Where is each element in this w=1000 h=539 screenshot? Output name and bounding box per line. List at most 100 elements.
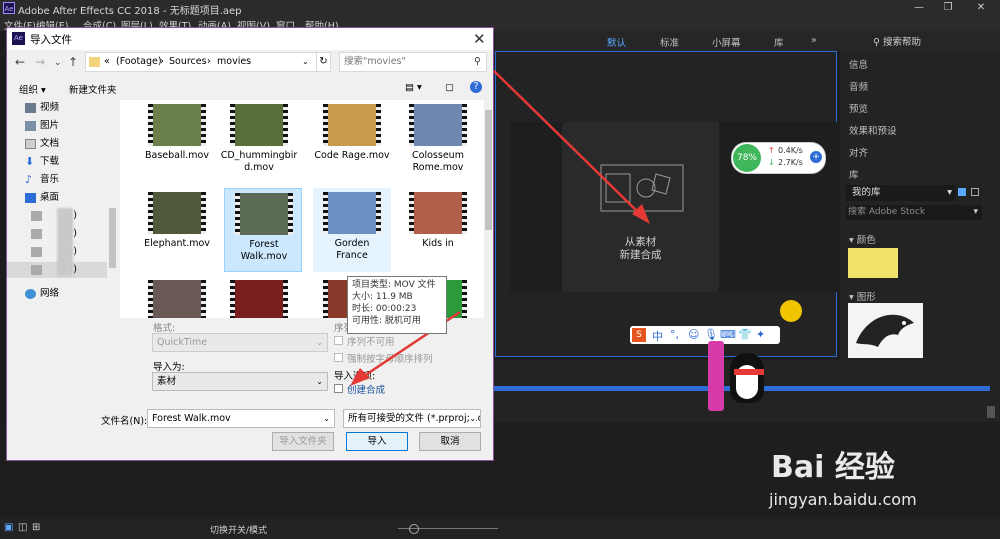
- close-icon[interactable]: ✕: [473, 30, 486, 48]
- file-item[interactable]: CD_hummingbird.mov: [220, 100, 298, 184]
- path-overflow[interactable]: «: [104, 53, 110, 71]
- chinese-mode-icon[interactable]: 中: [652, 328, 663, 344]
- workspace-standard[interactable]: 标准: [660, 35, 679, 49]
- file-item[interactable]: Colosseum Rome.mov: [399, 100, 477, 184]
- tree-item-network[interactable]: 网络: [25, 286, 59, 302]
- cancel-button[interactable]: 取消: [419, 432, 481, 451]
- eagle-graphic-thumbnail[interactable]: [848, 303, 923, 358]
- toggle-switches-modes[interactable]: 切换开关/模式: [210, 523, 267, 536]
- grid-view-icon[interactable]: [958, 188, 966, 196]
- up-icon[interactable]: ↑: [68, 55, 78, 69]
- file-item[interactable]: [138, 276, 216, 318]
- folder-search-input[interactable]: 搜索"movies" ⚲: [339, 52, 487, 72]
- panel-info[interactable]: 信息: [849, 57, 868, 71]
- punctuation-icon[interactable]: °,: [670, 328, 679, 341]
- close-icon[interactable]: ✕: [970, 1, 992, 15]
- filename-input[interactable]: Forest Walk.mov ⌄: [147, 409, 335, 428]
- list-view-icon[interactable]: [971, 188, 979, 196]
- scrollbar-thumb[interactable]: [485, 110, 492, 230]
- speed-percent: 78%: [733, 144, 761, 172]
- import-folder-button[interactable]: 导入文件夹: [272, 432, 334, 451]
- help-search-input[interactable]: ⚲ 搜索帮助: [873, 34, 997, 48]
- help-icon[interactable]: ?: [470, 81, 482, 93]
- tree-item-pictures[interactable]: 图片: [25, 118, 59, 134]
- chevron-down-icon[interactable]: ⌄: [302, 53, 309, 71]
- panel-effects-presets[interactable]: 效果和预设: [849, 123, 897, 137]
- sogou-logo-icon[interactable]: S: [632, 328, 646, 342]
- alpha-order-checkbox[interactable]: [334, 353, 343, 362]
- import-as-select[interactable]: 素材 ⌄: [152, 372, 328, 391]
- file-item-hover[interactable]: Gorden France: [313, 188, 391, 272]
- new-folder-button[interactable]: 新建文件夹: [69, 82, 117, 96]
- zoom-slider[interactable]: [987, 406, 995, 418]
- tree-item-videos[interactable]: 视频: [25, 100, 59, 116]
- workspace-small-screen[interactable]: 小屏幕: [712, 35, 741, 49]
- file-name: CD_hummingbird.mov: [220, 150, 298, 173]
- section-colors[interactable]: ▾ 颜色: [849, 232, 876, 246]
- format-select[interactable]: QuickTime ⌄: [152, 333, 328, 352]
- file-grid-scrollbar[interactable]: [484, 100, 493, 318]
- file-item[interactable]: Elephant.mov: [138, 188, 216, 272]
- dialog-title-bar: Ae 导入文件 ✕: [7, 28, 493, 50]
- video-thumbnail: [409, 192, 467, 234]
- video-thumbnail: [148, 280, 206, 318]
- import-button[interactable]: 导入: [346, 432, 408, 451]
- address-bar[interactable]: « (Footage) › Sources › movies ⌄: [85, 52, 317, 72]
- panel-audio[interactable]: 音频: [849, 79, 868, 93]
- tree-scrollbar[interactable]: [108, 108, 117, 313]
- more-workspaces-icon[interactable]: »: [811, 35, 817, 46]
- file-item[interactable]: Kids in: [399, 188, 477, 272]
- scrollbar-thumb[interactable]: [109, 208, 116, 268]
- thumbnail-image: [328, 104, 376, 146]
- file-name: Colosseum Rome.mov: [412, 150, 464, 173]
- breadcrumb-movies[interactable]: movies: [217, 53, 251, 71]
- navigation-tree: 视频 图片 文档 ⬇ 下载 ♪ 音乐 桌面 :) :) :) :) 网络: [7, 100, 119, 318]
- breadcrumb-sources[interactable]: Sources: [169, 53, 207, 71]
- create-composition-checkbox[interactable]: [334, 384, 343, 393]
- eagle-icon: [856, 314, 914, 347]
- filename-row: 文件名(N): Forest Walk.mov ⌄ 所有可接受的文件 (*.prp…: [7, 408, 493, 430]
- section-graphics[interactable]: ▾ 图形: [849, 289, 876, 303]
- file-info-tooltip: 项目类型: MOV 文件 大小: 11.9 MB 时长: 00:00:23 可用…: [347, 276, 447, 334]
- minimize-icon[interactable]: —: [908, 1, 930, 15]
- workspace-library[interactable]: 库: [774, 35, 784, 49]
- filetype-select[interactable]: 所有可接受的文件 (*.prproj;*.c ⌄: [343, 409, 481, 428]
- add-icon[interactable]: +: [810, 151, 822, 163]
- panel-library[interactable]: 库: [849, 167, 859, 181]
- panel-preview[interactable]: 预览: [849, 101, 868, 115]
- music-icon: ♪: [25, 172, 33, 186]
- video-thumbnail: [230, 280, 288, 318]
- tree-item-documents[interactable]: 文档: [25, 136, 59, 152]
- restore-icon[interactable]: ❐: [937, 1, 959, 15]
- file-item[interactable]: Code Rage.mov: [313, 100, 391, 184]
- tree-item-desktop[interactable]: 桌面: [25, 190, 59, 206]
- color-swatch[interactable]: [848, 248, 898, 278]
- new-comp-from-footage-button[interactable]: 从素材 新建合成: [562, 122, 719, 292]
- refresh-icon[interactable]: ↻: [316, 52, 331, 72]
- preview-pane-icon[interactable]: ▢: [445, 82, 454, 93]
- back-icon[interactable]: ←: [15, 55, 25, 69]
- library-select[interactable]: 我的库 ▾: [846, 185, 956, 201]
- breadcrumb-footage[interactable]: (Footage): [116, 53, 162, 71]
- chart-icon[interactable]: ⊞: [32, 522, 40, 533]
- view-options-icon[interactable]: ▤ ▾: [405, 82, 422, 93]
- workspace-default[interactable]: 默认: [607, 35, 626, 49]
- zoom-handle[interactable]: [409, 524, 419, 534]
- file-name: Gorden France: [334, 238, 370, 261]
- emoji-icon[interactable]: ☺: [688, 328, 699, 341]
- file-item[interactable]: Baseball.mov: [138, 100, 216, 184]
- file-item[interactable]: [220, 276, 298, 318]
- stock-search-input[interactable]: 搜索 Adobe Stock ▾: [846, 205, 982, 220]
- sequence-checkbox[interactable]: [334, 336, 343, 345]
- file-item-selected[interactable]: Forest Walk.mov: [224, 188, 302, 272]
- organize-menu[interactable]: 组织 ▾: [19, 82, 46, 96]
- render-icon[interactable]: ▣: [4, 522, 13, 533]
- chevron-down-icon: ▾: [973, 207, 978, 217]
- tree-item-downloads[interactable]: ⬇ 下载: [25, 154, 59, 170]
- mask-icon[interactable]: ◫: [18, 522, 27, 533]
- thumbnail-image: [235, 280, 283, 318]
- forward-icon[interactable]: →: [35, 55, 45, 69]
- recent-dropdown-icon[interactable]: ⌄: [54, 58, 62, 68]
- tree-item-music[interactable]: ♪ 音乐: [25, 172, 59, 188]
- panel-align[interactable]: 对齐: [849, 145, 868, 159]
